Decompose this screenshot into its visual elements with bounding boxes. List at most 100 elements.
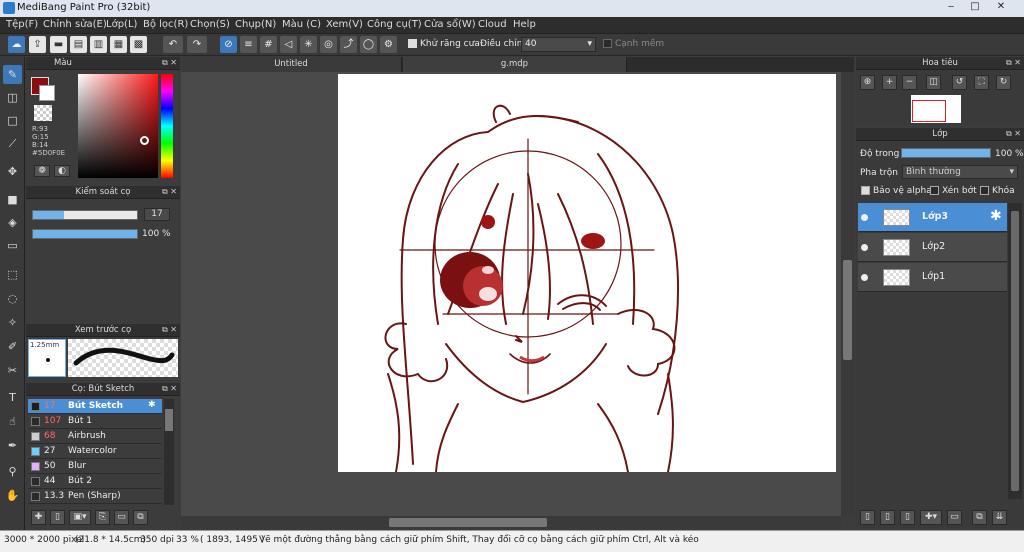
menu-view[interactable]: Xem(V): [326, 19, 363, 30]
color-picker-cursor[interactable]: [140, 136, 149, 145]
protect-alpha-checkbox[interactable]: Bảo vệ alpha: [861, 186, 932, 196]
duplicate-layer-icon[interactable]: ⧉: [972, 510, 987, 525]
radial-snap-icon[interactable]: ✳: [300, 36, 317, 53]
new-halftone-layer-icon[interactable]: ▯: [880, 510, 895, 525]
clipping-checkbox[interactable]: Xén bớt: [930, 186, 977, 196]
lasso-tool-icon[interactable]: ◌: [3, 289, 22, 308]
page-list-icon[interactable]: ▦: [110, 36, 127, 53]
move-tool-icon[interactable]: ✥: [3, 162, 22, 181]
secondary-color-swatch[interactable]: [39, 85, 55, 101]
menu-snap[interactable]: Chụp(N): [235, 19, 276, 30]
soft-edge-checkbox[interactable]: Cạnh mềm: [603, 39, 664, 49]
color-palette-icon[interactable]: ◐: [54, 165, 70, 177]
maximize-button[interactable]: □: [964, 1, 986, 15]
new-8bit-layer-icon[interactable]: ▯: [900, 510, 915, 525]
scrollbar-thumb[interactable]: [389, 518, 547, 527]
hue-slider[interactable]: [161, 74, 173, 178]
menu-tools[interactable]: Công cụ(T): [367, 19, 422, 30]
layer-row[interactable]: Lớp1: [858, 263, 1007, 292]
layer-opacity-slider[interactable]: [901, 148, 991, 158]
layer-row[interactable]: Lớp3 ✱: [858, 203, 1007, 232]
menu-select[interactable]: Chọn(S): [190, 19, 230, 30]
layer-row[interactable]: Lớp2: [858, 233, 1007, 262]
brush-size-slider[interactable]: [32, 210, 138, 220]
vanishing-snap-icon[interactable]: ◁: [280, 36, 297, 53]
brush-opacity-slider[interactable]: [32, 229, 138, 239]
tab-g-mdp[interactable]: g.mdp: [403, 57, 627, 72]
canvas-horizontal-scrollbar[interactable]: [181, 516, 841, 529]
text-tool-icon[interactable]: T: [3, 388, 22, 407]
menu-help[interactable]: Help: [513, 19, 536, 30]
hand-tool-icon[interactable]: ✋: [3, 486, 22, 505]
brush-tool-icon[interactable]: ✎: [3, 65, 22, 84]
zoom-out-icon[interactable]: −: [902, 75, 917, 90]
select-pen-tool-icon[interactable]: ✐: [3, 337, 22, 356]
brush-size-value[interactable]: 17: [144, 208, 170, 221]
flip-icon[interactable]: ◫: [926, 75, 941, 90]
drawing-canvas[interactable]: [338, 74, 836, 472]
brush-item[interactable]: 27 Watercolor: [28, 444, 162, 459]
grid-pages-icon[interactable]: ▩: [130, 36, 147, 53]
new-page-icon[interactable]: ▤: [70, 36, 87, 53]
panel-float-icon[interactable]: ⧉ ✕: [162, 384, 177, 394]
canvas-area[interactable]: [181, 72, 841, 516]
comment-icon[interactable]: ▬: [50, 36, 67, 53]
add-brush-icon[interactable]: ✚: [31, 510, 46, 525]
brush-list-scrollbar[interactable]: [164, 399, 174, 505]
parallel-snap-icon[interactable]: ≡: [240, 36, 257, 53]
brush-item[interactable]: 17 Bút Sketch ✱: [28, 399, 162, 414]
visibility-icon[interactable]: [861, 214, 868, 221]
crosshair-snap-icon[interactable]: #: [260, 36, 277, 53]
no-snap-icon[interactable]: ⊘: [220, 36, 237, 53]
canvas-vertical-scrollbar[interactable]: [841, 72, 854, 516]
menu-file[interactable]: Tệp(F): [6, 19, 38, 30]
brush-item[interactable]: 13.3 Pen (Sharp): [28, 489, 162, 504]
tab-untitled[interactable]: Untitled: [181, 57, 402, 72]
navigator-viewport[interactable]: [912, 100, 946, 122]
bucket-tool-icon[interactable]: ◈: [3, 213, 22, 232]
rotate-left-icon[interactable]: ↺: [952, 75, 967, 90]
share-icon[interactable]: ⇪: [29, 36, 46, 53]
color-tool-icon[interactable]: ❁: [34, 165, 50, 177]
menu-color[interactable]: Màu (C): [282, 19, 321, 30]
menu-edit[interactable]: Chỉnh sửa(E): [43, 19, 107, 30]
brush-item[interactable]: 44 Bút 2: [28, 474, 162, 489]
blend-mode-dropdown[interactable]: Bình thường ▾: [902, 165, 1018, 179]
dropper-tool-icon[interactable]: ✒: [3, 436, 22, 455]
gradient-tool-icon[interactable]: ▭: [3, 236, 22, 255]
curve-snap-icon[interactable]: ⤴: [340, 36, 357, 53]
lock-checkbox[interactable]: Khóa: [980, 186, 1015, 196]
fit-screen-icon[interactable]: ⛶: [974, 75, 989, 90]
menu-cloud[interactable]: Cloud: [478, 19, 507, 30]
gear-icon[interactable]: ✱: [148, 400, 156, 410]
concentric-snap-icon[interactable]: ◎: [320, 36, 337, 53]
transparent-swatch[interactable]: [34, 105, 52, 121]
scrollbar-thumb[interactable]: [843, 260, 852, 360]
brush-item[interactable]: 68 Airbrush: [28, 429, 162, 444]
visibility-icon[interactable]: [861, 244, 868, 251]
select-eraser-tool-icon[interactable]: ✂: [3, 361, 22, 380]
panel-float-icon[interactable]: ⧉ ✕: [1006, 58, 1021, 68]
snap-settings-icon[interactable]: ⚙: [380, 36, 397, 53]
minimize-button[interactable]: ‒: [940, 1, 962, 15]
saturation-value-picker[interactable]: [78, 74, 158, 178]
operation-tool-icon[interactable]: ☝: [3, 412, 22, 431]
panel-float-icon[interactable]: ⧉ ✕: [162, 187, 177, 197]
redo-icon[interactable]: ↷: [187, 36, 207, 53]
menu-filter[interactable]: Bộ lọc(R): [143, 19, 188, 30]
panel-float-icon[interactable]: ⧉ ✕: [162, 325, 177, 335]
undo-icon[interactable]: ↶: [163, 36, 183, 53]
close-button[interactable]: ✕: [990, 1, 1012, 15]
line-tool-icon[interactable]: ⟋: [3, 134, 22, 153]
copy-brush-icon[interactable]: ⎘: [95, 510, 110, 525]
scrollbar-thumb[interactable]: [1011, 211, 1019, 491]
brush-item[interactable]: 50 Blur: [28, 459, 162, 474]
cloud-icon[interactable]: ☁: [8, 36, 25, 53]
fill-rect-tool-icon[interactable]: ■: [3, 190, 22, 209]
scrollbar-thumb[interactable]: [165, 409, 173, 431]
panel-float-icon[interactable]: ⧉ ✕: [1006, 129, 1021, 139]
page-settings-icon[interactable]: ▥: [90, 36, 107, 53]
antialias-checkbox[interactable]: Khử răng cưa: [408, 39, 480, 49]
new-layer-icon[interactable]: ▯: [860, 510, 875, 525]
duplicate-icon[interactable]: ⧉: [133, 510, 148, 525]
